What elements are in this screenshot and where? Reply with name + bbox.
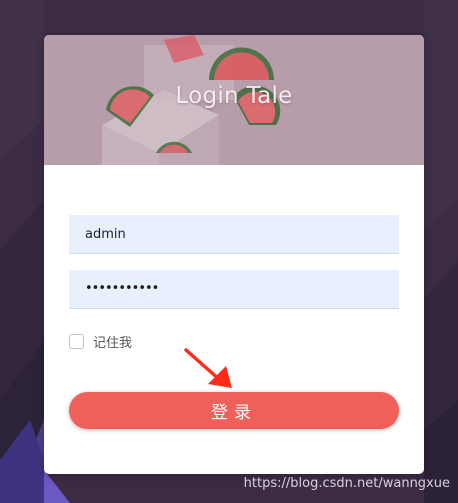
login-card: Login Tale ••••••••••• 记住我 登录 <box>44 35 424 474</box>
password-masked-value: ••••••••••• <box>85 281 159 296</box>
username-field[interactable] <box>69 215 399 254</box>
login-button[interactable]: 登录 <box>69 392 399 429</box>
login-banner: Login Tale <box>44 35 424 165</box>
password-field[interactable]: ••••••••••• <box>69 270 399 309</box>
remember-me-label: 记住我 <box>93 335 133 351</box>
username-input[interactable] <box>69 215 399 253</box>
red-arrow-icon <box>184 348 232 388</box>
watermark-text: https://blog.csdn.net/wanngxue <box>243 476 450 491</box>
banner-title: Login Tale <box>175 83 293 109</box>
remember-me-checkbox[interactable] <box>69 333 84 349</box>
remember-me-row[interactable]: 记住我 <box>69 332 133 351</box>
